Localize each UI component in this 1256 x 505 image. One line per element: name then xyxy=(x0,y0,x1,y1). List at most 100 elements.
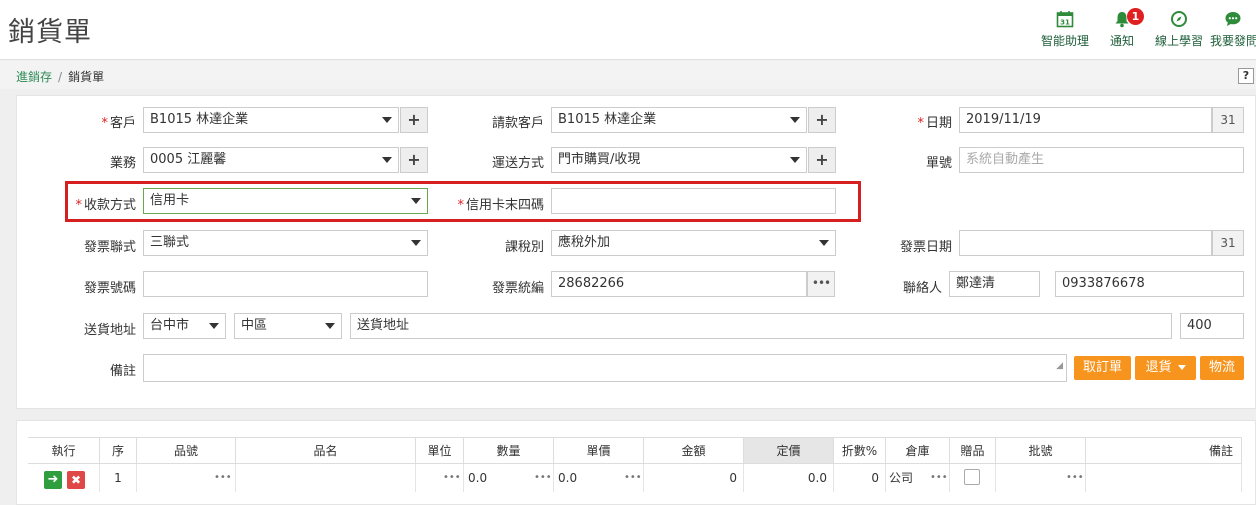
invoice-no-input[interactable] xyxy=(143,271,428,297)
notifications-label: 通知 xyxy=(1109,34,1134,48)
top-bar: 銷貨單 31 智能助理 1 通知 線上學習 我要發問 xyxy=(0,0,1256,60)
chevron-down-icon xyxy=(1177,365,1186,370)
smart-assistant-label: 智能助理 xyxy=(1040,34,1089,48)
cell-list-price: 0.0 xyxy=(744,464,834,492)
ask-question-label: 我要發問 xyxy=(1210,34,1256,48)
price-lookup-icon[interactable]: ••• xyxy=(624,464,642,492)
cell-amount: 0 xyxy=(644,464,744,492)
col-header-gift: 贈品 xyxy=(950,437,996,464)
cell-note[interactable] xyxy=(1086,464,1242,492)
batch-lookup-icon[interactable]: ••• xyxy=(1066,464,1084,492)
add-billing-customer-button[interactable]: + xyxy=(808,107,836,133)
salesperson-label: 業務 xyxy=(109,156,136,171)
col-header-seq: 序 xyxy=(100,437,137,464)
delivery-method-label: 運送方式 xyxy=(491,156,544,171)
invoice-date-calendar-button[interactable]: 31 xyxy=(1212,230,1244,256)
customer-label: * 客戶 xyxy=(101,116,136,131)
add-salesperson-button[interactable]: + xyxy=(400,147,428,173)
logistics-button[interactable]: 物流 xyxy=(1200,356,1244,380)
invoice-date-label: 發票日期 xyxy=(899,240,952,255)
col-header-note: 備註 xyxy=(1086,437,1242,464)
invoice-no-label: 發票號碼 xyxy=(83,281,136,296)
chevron-down-icon xyxy=(411,240,421,246)
ask-question-button[interactable]: 我要發問 xyxy=(1210,10,1256,49)
cell-item-name[interactable] xyxy=(236,464,416,492)
qty-lookup-icon[interactable]: ••• xyxy=(534,464,552,492)
invoice-date-input[interactable] xyxy=(959,230,1212,256)
add-customer-button[interactable]: + xyxy=(400,107,428,133)
billing-customer-select[interactable]: B1015 林達企業 xyxy=(551,107,807,133)
contact-label: 聯絡人 xyxy=(902,281,942,296)
date-calendar-button[interactable]: 31 xyxy=(1212,107,1244,133)
customer-select[interactable]: B1015 林達企業 xyxy=(143,107,399,133)
address-label: 送貨地址 xyxy=(83,323,136,338)
unit-lookup-icon[interactable]: ••• xyxy=(443,464,461,492)
col-header-batch: 批號 xyxy=(996,437,1086,464)
zip-input[interactable]: 400 xyxy=(1180,313,1244,339)
arrow-right-icon[interactable]: ➜ xyxy=(44,471,62,489)
fetch-order-button[interactable]: 取訂單 xyxy=(1074,356,1131,380)
breadcrumb-separator: / xyxy=(58,70,63,84)
breadcrumb-bar: 進銷存 / 銷貨單 xyxy=(0,61,1256,89)
page-title: 銷貨單 xyxy=(8,17,92,48)
invoice-copies-select[interactable]: 三聯式 xyxy=(143,230,428,256)
gift-checkbox[interactable] xyxy=(964,469,980,485)
chevron-down-icon xyxy=(790,117,800,123)
returns-dropdown-button[interactable]: 退貨 xyxy=(1135,356,1196,380)
doc-no-label: 單號 xyxy=(925,156,952,171)
address-input[interactable]: 送貨地址 xyxy=(350,313,1172,339)
contact-name-input[interactable]: 鄭達清 xyxy=(949,271,1040,297)
tax-type-label: 課稅別 xyxy=(504,240,544,255)
compass-icon xyxy=(1154,10,1204,32)
tax-id-input[interactable]: 28682266 xyxy=(551,271,807,297)
col-header-warehouse: 倉庫 xyxy=(886,437,950,464)
item-no-lookup-icon[interactable]: ••• xyxy=(214,464,232,492)
chevron-down-icon xyxy=(209,323,219,329)
calendar-icon: 31 xyxy=(1040,10,1090,32)
highlight-box xyxy=(65,181,861,222)
help-icon[interactable]: ? xyxy=(1238,68,1254,84)
smart-assistant-button[interactable]: 31 智能助理 xyxy=(1040,10,1090,49)
breadcrumb-current: 銷貨單 xyxy=(68,70,105,84)
salesperson-select[interactable]: 0005 江麗馨 xyxy=(143,147,399,173)
col-header-unit: 單位 xyxy=(416,437,464,464)
col-header-list-price: 定價 xyxy=(744,437,834,464)
calendar-icon: 31 xyxy=(1220,236,1236,250)
add-delivery-method-button[interactable]: + xyxy=(808,147,836,173)
contact-phone-input[interactable]: 0933876678 xyxy=(1055,271,1244,297)
warehouse-lookup-icon[interactable]: ••• xyxy=(930,464,948,492)
resize-handle-icon[interactable]: ◢ xyxy=(1056,355,1063,378)
delete-row-icon[interactable]: ✖ xyxy=(67,471,85,489)
city-select[interactable]: 台中市 xyxy=(143,313,226,339)
date-label: * 日期 xyxy=(917,116,952,131)
district-select[interactable]: 中區 xyxy=(234,313,342,339)
chevron-down-icon xyxy=(382,157,392,163)
chevron-down-icon xyxy=(325,323,335,329)
cell-seq: 1 xyxy=(100,464,137,492)
col-header-item-no: 品號 xyxy=(137,437,236,464)
tax-type-select[interactable]: 應稅外加 xyxy=(551,230,836,256)
doc-no-input[interactable]: 系統自動產生 xyxy=(959,147,1244,173)
breadcrumb-parent-link[interactable]: 進銷存 xyxy=(16,70,52,84)
cell-discount[interactable]: 0 xyxy=(834,464,886,492)
col-header-amount: 金額 xyxy=(644,437,744,464)
tax-id-label: 發票統編 xyxy=(491,281,544,296)
online-learning-label: 線上學習 xyxy=(1154,34,1203,48)
billing-customer-label: 請款客戶 xyxy=(491,116,544,131)
online-learning-button[interactable]: 線上學習 xyxy=(1154,10,1204,49)
chevron-down-icon xyxy=(382,117,392,123)
calendar-icon: 31 xyxy=(1220,113,1236,127)
note-label: 備註 xyxy=(109,364,136,379)
tax-id-lookup-button[interactable]: ••• xyxy=(807,271,835,297)
date-input[interactable]: 2019/11/19 xyxy=(959,107,1212,133)
svg-text:31: 31 xyxy=(1060,19,1070,27)
breadcrumb: 進銷存 / 銷貨單 xyxy=(16,68,104,85)
note-textarea[interactable]: ◢ xyxy=(143,354,1067,382)
notifications-button[interactable]: 1 通知 xyxy=(1108,8,1144,49)
notification-badge: 1 xyxy=(1127,8,1144,25)
col-header-discount: 折數% xyxy=(834,437,886,464)
invoice-copies-label: 發票聯式 xyxy=(83,240,136,255)
col-header-qty: 數量 xyxy=(464,437,554,464)
chevron-down-icon xyxy=(790,157,800,163)
delivery-method-select[interactable]: 門市購買/收現 xyxy=(551,147,807,173)
